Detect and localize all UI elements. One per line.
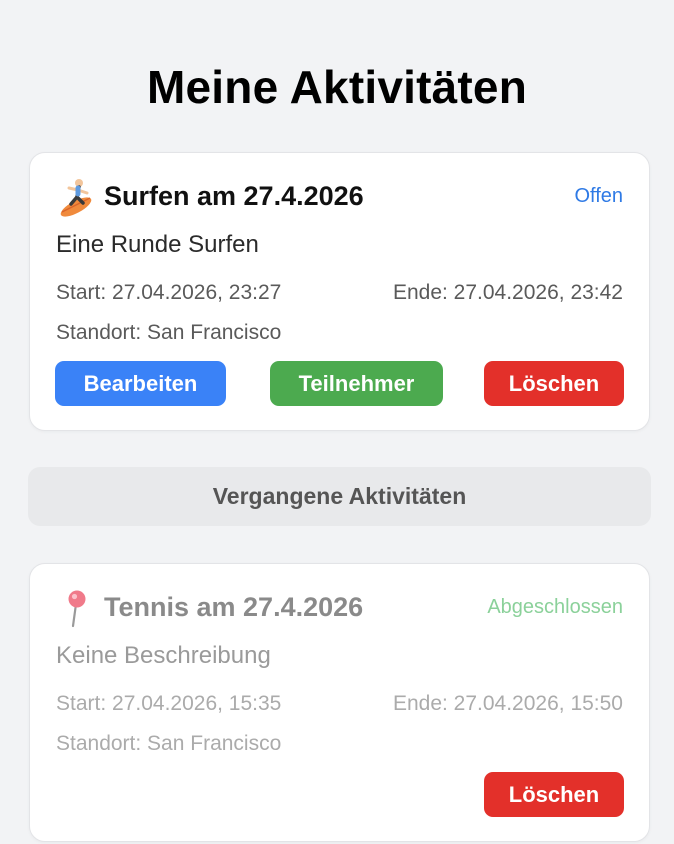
activity-time-row: Start: 27.04.2026, 23:27 Ende: 27.04.202… — [56, 281, 623, 309]
end-time: Ende: 27.04.2026, 15:50 — [392, 692, 623, 715]
pin-icon — [56, 588, 96, 628]
status-badge: Offen — [574, 185, 623, 207]
activity-header: Surfen am 27.4.2026 Offen — [56, 177, 623, 217]
activity-header: Tennis am 27.4.2026 Abgeschlossen — [56, 588, 623, 628]
activity-location: Standort: San Francisco — [56, 321, 282, 344]
activity-card-tennis: Tennis am 27.4.2026 Abgeschlossen Keine … — [29, 563, 650, 842]
participants-button[interactable]: Teilnehmer — [270, 361, 443, 406]
surfer-icon — [56, 177, 96, 217]
activities-page: Meine Aktivitäten Surfen am 27.4.2026 Of… — [0, 0, 674, 844]
activity-title: Surfen am 27.4.2026 — [104, 181, 364, 211]
activity-location: Standort: San Francisco — [56, 732, 282, 755]
past-activities-toggle[interactable]: Vergangene Aktivitäten — [28, 467, 651, 526]
activity-title: Tennis am 27.4.2026 — [104, 592, 364, 622]
start-time: Start: 27.04.2026, 15:35 — [56, 692, 282, 715]
activity-description: Keine Beschreibung — [56, 642, 271, 669]
edit-button[interactable]: Bearbeiten — [55, 361, 226, 406]
activity-description: Eine Runde Surfen — [56, 231, 259, 258]
activity-time-row: Start: 27.04.2026, 15:35 Ende: 27.04.202… — [56, 692, 623, 720]
delete-button[interactable]: Löschen — [484, 361, 624, 406]
start-time: Start: 27.04.2026, 23:27 — [56, 281, 282, 304]
end-time: Ende: 27.04.2026, 23:42 — [392, 281, 623, 304]
status-badge: Abgeschlossen — [487, 596, 623, 618]
delete-button[interactable]: Löschen — [484, 772, 624, 817]
activity-card-surfen: Surfen am 27.4.2026 Offen Eine Runde Sur… — [29, 152, 650, 431]
page-title: Meine Aktivitäten — [146, 61, 527, 113]
